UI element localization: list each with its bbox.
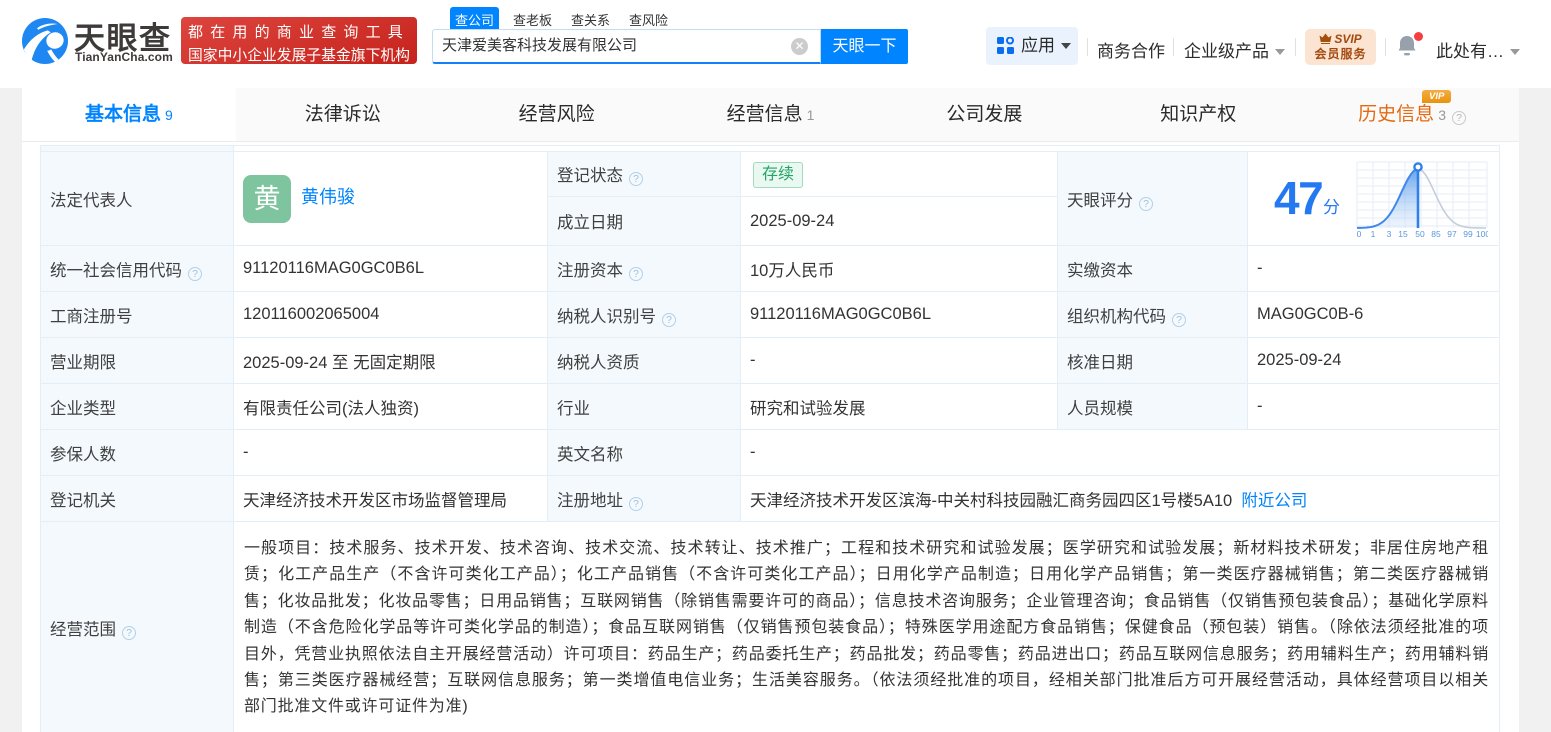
svg-text:100: 100: [1476, 229, 1488, 239]
svg-text:3: 3: [1387, 229, 1392, 239]
svg-text:97: 97: [1447, 229, 1457, 239]
svg-text:1: 1: [1371, 229, 1376, 239]
svg-text:0: 0: [1357, 229, 1362, 239]
svg-text:15: 15: [1398, 229, 1408, 239]
svg-text:50: 50: [1415, 229, 1425, 239]
svg-text:99: 99: [1463, 229, 1473, 239]
svg-text:85: 85: [1431, 229, 1441, 239]
